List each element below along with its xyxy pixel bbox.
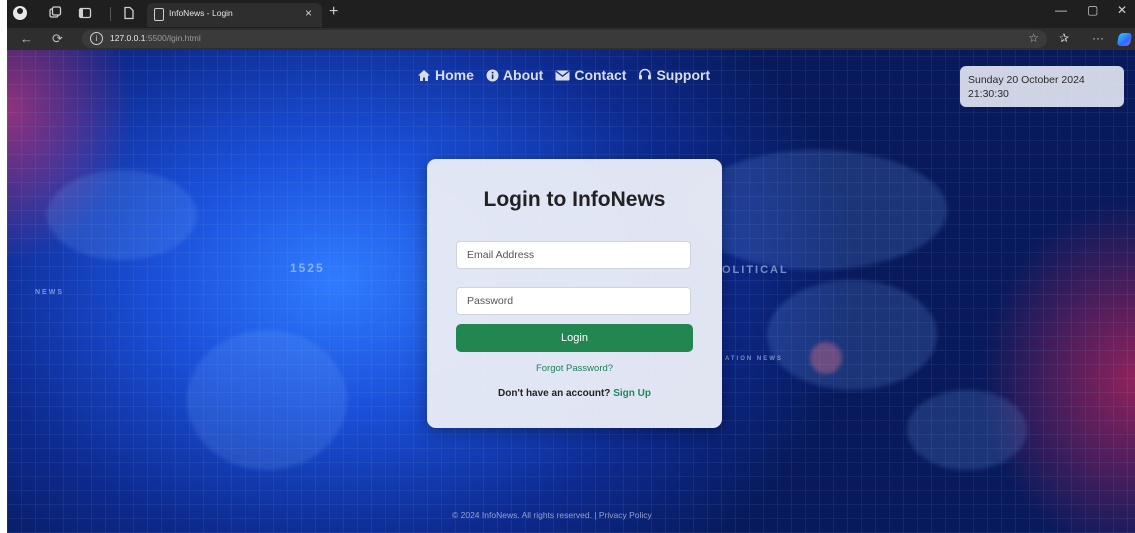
footer-text: © 2024 InfoNews. All rights reserved. | … — [452, 510, 652, 520]
login-card: Login to InfoNews Login Forgot Password?… — [427, 159, 722, 428]
clock-time: 21:30:30 — [968, 88, 1009, 100]
password-field[interactable] — [456, 287, 691, 315]
url-text: 127.0.0.1:5500/lgin.html — [110, 33, 201, 43]
workspaces-icon[interactable] — [47, 6, 63, 22]
page-icon[interactable] — [121, 6, 137, 22]
map-continent — [47, 170, 197, 260]
browser-window: InfoNews - Login × + — ▢ ✕ ← ⟳ i 127.0.0… — [7, 0, 1135, 533]
background-ation-news-text: ATION NEWS — [725, 356, 783, 362]
map-continent — [687, 150, 947, 270]
tab-title: InfoNews - Login — [169, 8, 233, 18]
refresh-icon[interactable]: ⟳ — [52, 31, 63, 47]
signup-prompt: Don't have an account? Sign Up — [427, 388, 722, 399]
page-viewport: 1525 OLITICAL NEWS ATION NEWS Home About… — [7, 50, 1135, 533]
login-button[interactable]: Login — [456, 324, 693, 352]
background-political-text: OLITICAL — [722, 264, 789, 276]
map-continent — [187, 330, 347, 470]
tab-close-icon[interactable]: × — [305, 6, 312, 20]
favorites-icon[interactable]: ✰ — [1059, 31, 1069, 45]
clock-date: Sunday 20 October 2024 — [968, 74, 1085, 86]
nav-support-label: Support — [656, 67, 711, 83]
login-title: Login to InfoNews — [483, 188, 666, 211]
info-circle-icon — [486, 69, 499, 81]
tab-strip: InfoNews - Login × + — ▢ ✕ — [7, 0, 1135, 28]
address-bar-row: ← ⟳ i 127.0.0.1:5500/lgin.html ☆ ✰ ··· — [7, 28, 1135, 50]
background-number: 1525 — [290, 261, 325, 275]
maximize-icon[interactable]: ▢ — [1087, 3, 1098, 17]
nav-home[interactable]: Home — [417, 67, 474, 83]
nav-support[interactable]: Support — [638, 67, 710, 83]
background-news-text: NEWS — [35, 289, 64, 296]
email-field[interactable] — [456, 241, 691, 269]
no-account-text: Don't have an account? — [498, 388, 611, 399]
envelope-icon — [555, 70, 570, 80]
signup-link[interactable]: Sign Up — [613, 388, 651, 399]
nav-about-label: About — [502, 67, 544, 83]
top-nav: Home About Contact Support — [417, 67, 710, 83]
profile-icon[interactable] — [13, 6, 27, 20]
nav-contact-label: Contact — [574, 67, 627, 83]
close-window-icon[interactable]: ✕ — [1117, 3, 1127, 17]
copilot-icon[interactable] — [1116, 33, 1133, 46]
forgot-password-link[interactable]: Forgot Password? — [427, 363, 722, 374]
info-icon[interactable]: i — [90, 32, 103, 45]
map-continent — [907, 390, 1027, 470]
headset-icon — [639, 68, 652, 80]
new-tab-icon[interactable]: + — [329, 3, 338, 21]
minimize-icon[interactable]: — — [1055, 3, 1067, 17]
tab-page-icon — [154, 8, 164, 21]
more-icon[interactable]: ··· — [1092, 31, 1104, 45]
active-tab[interactable]: InfoNews - Login × — [147, 3, 322, 27]
nav-about[interactable]: About — [486, 67, 543, 83]
address-input[interactable]: i 127.0.0.1:5500/lgin.html ☆ — [82, 30, 1047, 48]
favorite-star-icon[interactable]: ☆ — [1028, 31, 1039, 45]
tab-actions-icon[interactable] — [77, 6, 93, 22]
nav-home-label: Home — [435, 67, 474, 83]
date-time-widget: Sunday 20 October 2024 21:30:30 — [960, 66, 1124, 107]
back-icon[interactable]: ← — [20, 31, 33, 46]
glow-spot — [810, 342, 842, 374]
nav-contact[interactable]: Contact — [555, 67, 626, 83]
map-continent — [767, 280, 937, 390]
tab-separator — [110, 7, 111, 21]
home-icon — [418, 69, 430, 81]
